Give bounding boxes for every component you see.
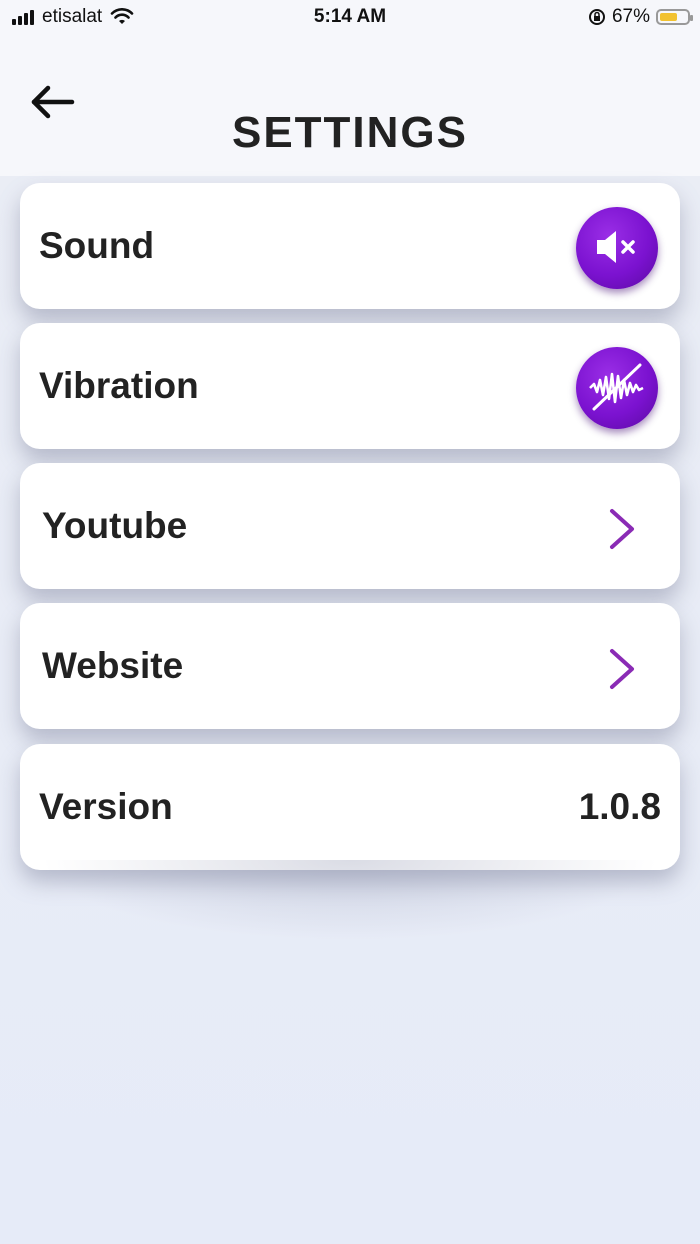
version-row: Version 1.0.8 xyxy=(20,744,680,870)
vibration-row: Vibration xyxy=(20,323,680,449)
speaker-muted-icon xyxy=(597,231,635,263)
sound-toggle-button[interactable] xyxy=(576,207,658,289)
youtube-row[interactable]: Youtube xyxy=(20,463,680,589)
website-row[interactable]: Website xyxy=(20,603,680,729)
battery-percent: 67% xyxy=(611,6,650,27)
chevron-right-icon xyxy=(610,509,634,549)
battery-fill xyxy=(660,13,677,21)
status-right: 67% xyxy=(588,6,693,28)
youtube-label: Youtube xyxy=(42,505,188,546)
vibration-off-icon xyxy=(589,363,644,411)
orientation-lock-icon xyxy=(588,9,605,25)
sound-row: Sound xyxy=(20,183,680,309)
battery-icon xyxy=(656,9,693,25)
vibration-label: Vibration xyxy=(39,365,199,406)
sound-label: Sound xyxy=(39,225,155,266)
version-label: Version xyxy=(39,786,173,827)
vibration-toggle-button[interactable] xyxy=(576,347,658,429)
chevron-right-icon xyxy=(610,649,634,689)
website-label: Website xyxy=(42,645,184,686)
page-title: SETTINGS xyxy=(231,108,469,157)
list-shadow xyxy=(40,860,660,940)
version-value: 1.0.8 xyxy=(578,786,661,827)
status-bar: etisalat 5:14 AM 67% xyxy=(0,0,700,36)
